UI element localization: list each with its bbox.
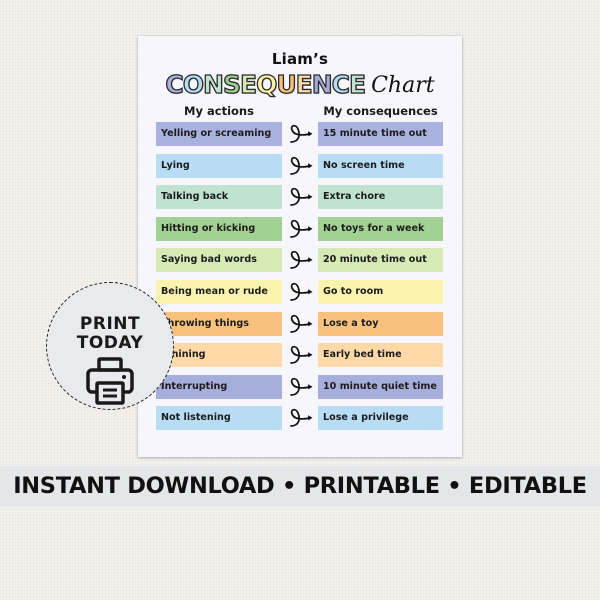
- consequence-cell: 10 minute quiet time: [318, 374, 443, 399]
- title-letter: N: [202, 70, 224, 99]
- consequence-cell: 20 minute time out: [318, 248, 443, 273]
- curly-arrow-icon: [286, 371, 316, 401]
- print-today-badge: PRINT TODAY: [46, 282, 174, 410]
- title-letter: S: [222, 70, 241, 99]
- action-cell: Whining: [156, 343, 282, 368]
- badge-line-2: TODAY: [76, 333, 144, 353]
- chart-row: Interrupting 10 minute quiet time: [138, 374, 462, 399]
- badge-line-1: PRINT: [79, 314, 141, 334]
- features-banner: INSTANT DOWNLOAD • PRINTABLE • EDITABLE: [0, 466, 600, 506]
- action-cell: Interrupting: [156, 374, 282, 399]
- chart-row: Whining Early bed time: [138, 343, 462, 368]
- consequence-cell: Lose a toy: [318, 311, 443, 336]
- chart-row: Not listening Lose a privilege: [138, 406, 462, 431]
- curly-arrow-icon: [286, 150, 316, 180]
- action-cell: Yelling or screaming: [156, 122, 282, 146]
- curly-arrow-icon: [286, 276, 316, 306]
- action-cell: Throwing things: [156, 311, 282, 336]
- title-letter: Q: [255, 70, 278, 99]
- chart-row: Yelling or screaming 15 minute time out: [138, 122, 462, 146]
- chart-row: Throwing things Lose a toy: [138, 311, 462, 336]
- chart-title: CONSEQUENCE Chart: [138, 70, 462, 99]
- title-letter: C: [331, 70, 351, 99]
- consequence-cell: No toys for a week: [318, 216, 443, 241]
- action-cell: Saying bad words: [156, 248, 282, 273]
- actions-column-header: My actions: [184, 104, 254, 118]
- title-word: CONSEQUENCE: [165, 70, 367, 99]
- curly-arrow-icon: [286, 181, 316, 211]
- printer-icon: [86, 357, 134, 405]
- curly-arrow-icon: [286, 118, 316, 148]
- chart-row: Being mean or rude Go to room: [138, 280, 462, 304]
- action-cell: Being mean or rude: [156, 280, 282, 304]
- owner-name: Liam’s: [271, 50, 329, 68]
- consequence-chart-sheet: Liam’s CONSEQUENCE Chart My actions My co…: [138, 36, 462, 457]
- title-letter: U: [276, 70, 298, 99]
- title-letter: E: [348, 70, 367, 99]
- curly-arrow-icon: [286, 339, 316, 369]
- consequence-cell: Early bed time: [318, 343, 443, 368]
- curly-arrow-icon: [286, 213, 316, 243]
- chart-row: Talking back Extra chore: [138, 185, 462, 210]
- chart-row: Hitting or kicking No toys for a week: [138, 216, 462, 241]
- curly-arrow-icon: [286, 308, 316, 338]
- consequences-column-header: My consequences: [323, 104, 438, 118]
- action-cell: Talking back: [156, 185, 282, 210]
- consequence-cell: No screen time: [318, 153, 443, 178]
- title-letter: C: [165, 70, 185, 99]
- consequence-cell: Lose a privilege: [318, 406, 443, 431]
- action-cell: Lying: [156, 153, 282, 178]
- title-letter: E: [295, 70, 313, 99]
- curly-arrow-icon: [286, 244, 316, 274]
- action-cell: Hitting or kicking: [156, 216, 282, 241]
- consequence-cell: Extra chore: [318, 185, 443, 210]
- chart-row: Lying No screen time: [138, 153, 462, 178]
- title-letter: N: [311, 70, 333, 99]
- consequence-cell: 15 minute time out: [318, 122, 443, 146]
- curly-arrow-icon: [286, 402, 316, 432]
- chart-row: Saying bad words 20 minute time out: [138, 248, 462, 273]
- action-cell: Not listening: [156, 406, 282, 431]
- title-letter: O: [182, 70, 205, 99]
- consequence-cell: Go to room: [318, 280, 443, 304]
- title-letter: E: [239, 70, 258, 99]
- title-script: Chart: [371, 73, 435, 98]
